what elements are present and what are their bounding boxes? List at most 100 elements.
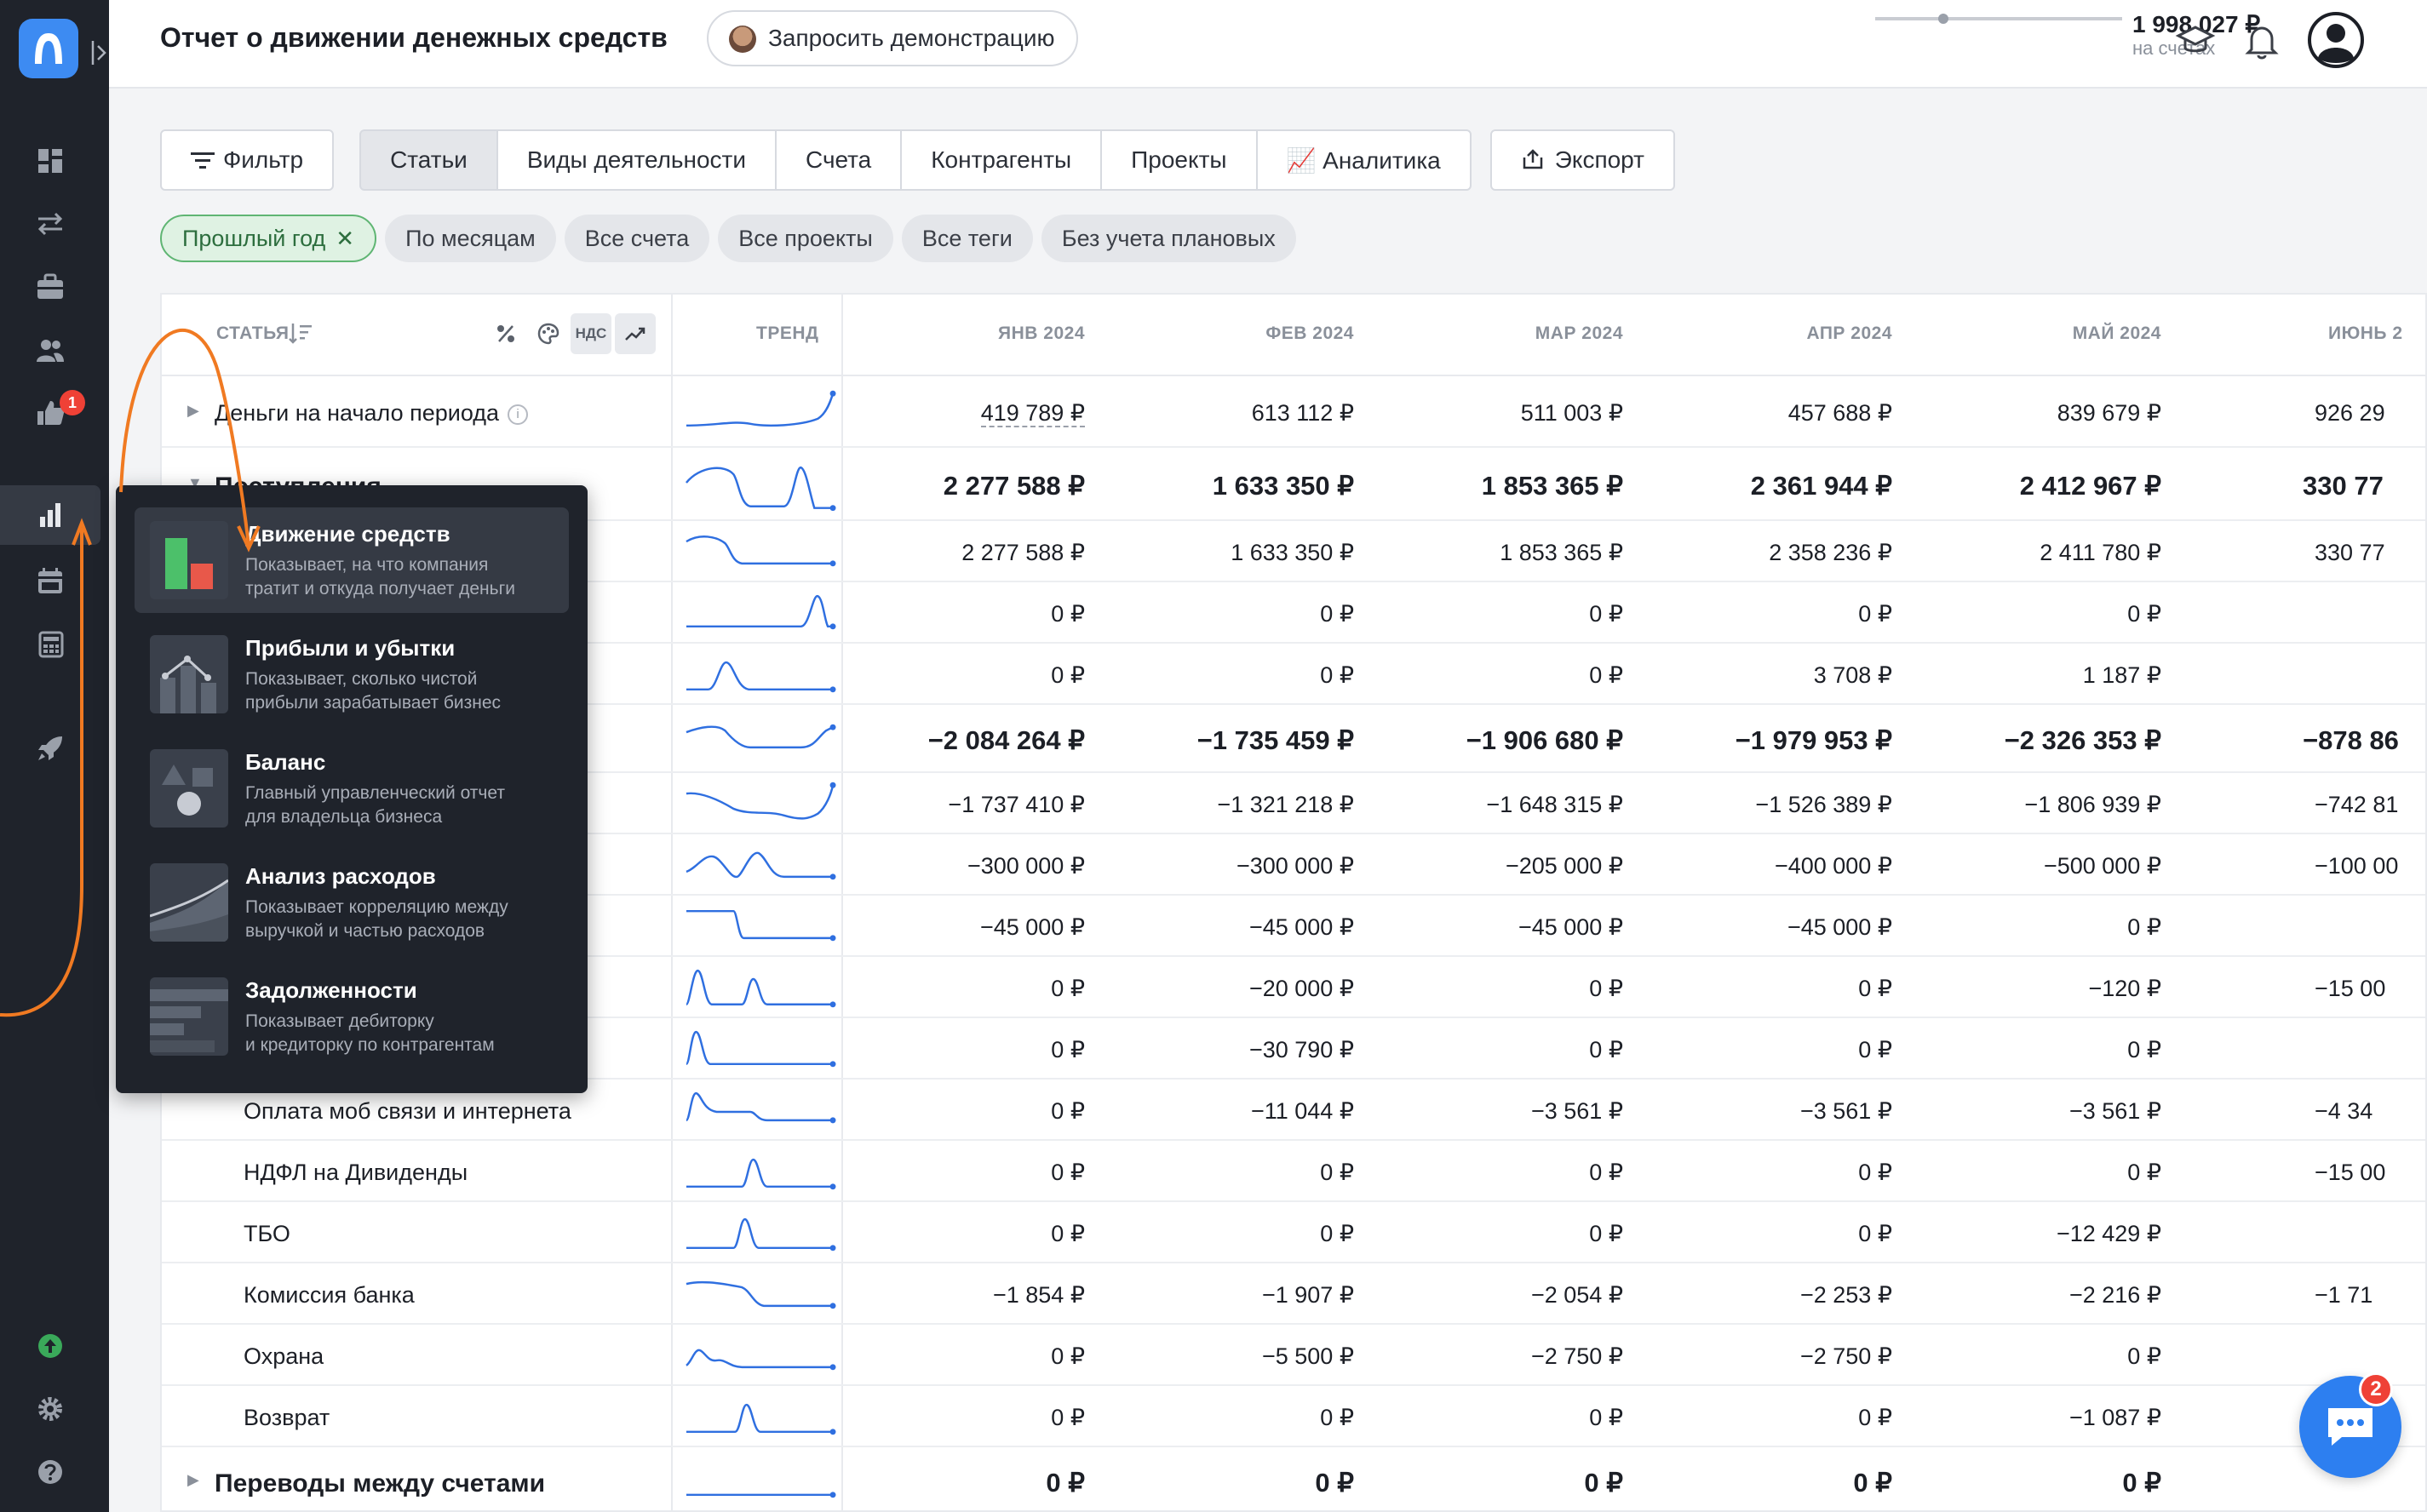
request-demo-button[interactable]: Запросить демонстрацию [707, 10, 1079, 66]
table-cell-value[interactable]: 0 ₽ [1099, 1160, 1354, 1186]
table-cell-value[interactable]: 839 679 ₽ [1906, 400, 2161, 427]
table-cell-value[interactable]: 0 ₽ [1906, 1160, 2161, 1186]
table-cell-value[interactable]: 0 ₽ [1906, 914, 2161, 941]
export-button[interactable]: Экспорт [1489, 129, 1675, 191]
percent-toggle-icon[interactable] [485, 313, 526, 354]
table-cell-value[interactable]: −300 000 ₽ [1099, 853, 1354, 879]
table-row[interactable]: ▶ Деньги на начало периода i 419 789 ₽ 613 1… [162, 376, 2425, 448]
table-cell-value[interactable]: −2 253 ₽ [1637, 1282, 1892, 1309]
table-cell-value[interactable]: 457 688 ₽ [1637, 400, 1892, 427]
menu-item-cashflow[interactable]: Движение средств Показывает, на что комп… [135, 507, 569, 613]
table-cell-value[interactable]: 0 ₽ [1637, 976, 1892, 1002]
table-cell-value[interactable]: −2 326 353 ₽ [1906, 725, 2161, 756]
table-cell-value[interactable]: −3 561 ₽ [1637, 1098, 1892, 1125]
table-cell-value[interactable]: 0 ₽ [1637, 601, 1892, 627]
vat-toggle-button[interactable]: НДС [571, 313, 611, 354]
table-cell-value[interactable]: −20 000 ₽ [1099, 976, 1354, 1002]
table-cell-value[interactable]: 0 ₽ [829, 1037, 1085, 1063]
table-cell-value[interactable]: 0 ₽ [1906, 601, 2161, 627]
table-cell-value[interactable]: 2 358 236 ₽ [1637, 540, 1892, 566]
table-cell-value[interactable]: −205 000 ₽ [1368, 853, 1623, 879]
table-cell-value[interactable]: 0 ₽ [1637, 1037, 1892, 1063]
trend-toggle-icon[interactable] [615, 313, 656, 354]
table-cell-value[interactable]: 0 ₽ [1368, 662, 1623, 689]
table-cell-value[interactable]: −1 648 315 ₽ [1368, 792, 1623, 818]
tab-activity-types[interactable]: Виды деятельности [496, 129, 777, 191]
table-cell-value[interactable]: 0 ₽ [1099, 1468, 1354, 1498]
table-row[interactable]: ТБО 0 ₽ 0 ₽ 0 ₽ 0 ₽ −12 429 ₽ [162, 1202, 2425, 1263]
table-cell-value[interactable]: 419 789 ₽ [829, 400, 1085, 427]
table-cell-value[interactable]: −5 500 ₽ [1099, 1343, 1354, 1370]
table-cell-value[interactable]: −100 00 [2303, 853, 2398, 879]
tab-analytics[interactable]: 📈 Аналитика [1255, 129, 1472, 191]
table-cell-value[interactable]: −1 854 ₽ [829, 1282, 1085, 1309]
table-cell-value[interactable]: 0 ₽ [1099, 1221, 1354, 1247]
table-cell-value[interactable]: −45 000 ₽ [1368, 914, 1623, 941]
table-cell-value[interactable]: −1 806 939 ₽ [1906, 792, 2161, 818]
table-cell-value[interactable]: 0 ₽ [829, 601, 1085, 627]
caret-right-icon[interactable]: ▶ [187, 402, 199, 420]
tab-projects[interactable]: Проекты [1100, 129, 1258, 191]
table-cell-value[interactable]: 0 ₽ [1368, 976, 1623, 1002]
table-cell-value[interactable]: −4 34 [2303, 1098, 2372, 1125]
table-cell-value[interactable]: −15 00 [2303, 1160, 2385, 1186]
table-cell-value[interactable]: −12 429 ₽ [1906, 1221, 2161, 1247]
sidebar-item-calendar[interactable] [0, 552, 100, 611]
table-cell-value[interactable]: −742 81 [2303, 792, 2398, 818]
menu-item-debts[interactable]: Задолженности Показывает дебиторку и кре… [135, 964, 569, 1069]
chip-by-months[interactable]: По месяцам [385, 215, 556, 262]
table-cell-value[interactable]: −2 216 ₽ [1906, 1282, 2161, 1309]
sidebar-item-settings[interactable] [0, 1379, 100, 1439]
sidebar-item-dashboard[interactable] [0, 131, 100, 191]
table-cell-value[interactable]: 3 708 ₽ [1637, 662, 1892, 689]
chip-no-planned[interactable]: Без учета плановых [1041, 215, 1296, 262]
sidebar-item-deals[interactable] [0, 383, 100, 443]
table-cell-value[interactable]: −300 000 ₽ [829, 853, 1085, 879]
table-cell-value[interactable]: 0 ₽ [829, 1468, 1085, 1498]
table-cell-value[interactable]: 0 ₽ [1637, 1405, 1892, 1431]
table-cell-value[interactable]: −400 000 ₽ [1637, 853, 1892, 879]
table-cell-value[interactable]: −2 084 264 ₽ [829, 725, 1085, 756]
table-cell-value[interactable]: −45 000 ₽ [829, 914, 1085, 941]
table-cell-value[interactable]: 1 853 365 ₽ [1368, 540, 1623, 566]
table-row[interactable]: ▶ Переводы между счетами 0 ₽ 0 ₽ 0 ₽ 0 ₽ 0 ₽ [162, 1447, 2425, 1510]
table-row[interactable]: НДФЛ на Дивиденды 0 ₽ 0 ₽ 0 ₽ 0 ₽ 0 ₽ −15 00 [162, 1141, 2425, 1202]
sidebar-item-reports[interactable] [0, 485, 100, 545]
header-article[interactable]: СТАТЬЯ [216, 324, 289, 344]
table-cell-value[interactable]: 330 77 [2303, 540, 2385, 566]
table-cell-value[interactable]: 0 ₽ [829, 1160, 1085, 1186]
table-cell-value[interactable]: −120 ₽ [1906, 976, 2162, 1002]
table-cell-value[interactable]: 0 ₽ [1368, 1221, 1623, 1247]
table-cell-value[interactable]: 2 277 588 ₽ [829, 471, 1085, 501]
table-cell-value[interactable]: −878 86 [2303, 725, 2399, 756]
table-cell-value[interactable]: 2 277 588 ₽ [829, 540, 1085, 566]
table-cell-value[interactable]: 0 ₽ [1099, 1405, 1354, 1431]
table-cell-value[interactable]: 926 29 [2303, 400, 2385, 427]
table-cell-value[interactable]: 0 ₽ [1906, 1037, 2161, 1063]
notifications-button[interactable] [2240, 19, 2284, 63]
table-row[interactable]: Охрана 0 ₽ −5 500 ₽ −2 750 ₽ −2 750 ₽ 0 ₽ [162, 1325, 2425, 1386]
table-cell-value[interactable]: −1 979 953 ₽ [1637, 725, 1892, 756]
table-row[interactable]: Возврат 0 ₽ 0 ₽ 0 ₽ 0 ₽ −1 087 ₽ [162, 1386, 2425, 1447]
table-cell-value[interactable]: 511 003 ₽ [1368, 400, 1623, 427]
table-cell-value[interactable]: −1 906 680 ₽ [1368, 725, 1623, 756]
table-cell-value[interactable]: −1 737 410 ₽ [829, 792, 1085, 818]
chip-all-accounts[interactable]: Все счета [564, 215, 710, 262]
table-cell-value[interactable]: −3 561 ₽ [1368, 1098, 1623, 1125]
table-cell-value[interactable]: 0 ₽ [829, 662, 1085, 689]
table-cell-value[interactable]: −3 561 ₽ [1906, 1098, 2161, 1125]
table-cell-value[interactable]: 2 412 967 ₽ [1906, 471, 2161, 501]
sort-icon[interactable] [288, 322, 313, 346]
table-cell-value[interactable]: −1 735 459 ₽ [1099, 725, 1354, 756]
tab-contractors[interactable]: Контрагенты [900, 129, 1103, 191]
table-cell-value[interactable]: −1 321 218 ₽ [1099, 792, 1354, 818]
table-cell-value[interactable]: 0 ₽ [829, 1405, 1085, 1431]
table-cell-value[interactable]: 2 361 944 ₽ [1637, 471, 1892, 501]
table-cell-value[interactable]: 1 187 ₽ [1906, 662, 2161, 689]
table-cell-value[interactable]: 0 ₽ [1099, 662, 1354, 689]
table-cell-value[interactable]: −15 00 [2303, 976, 2385, 1002]
chip-period[interactable]: Прошлый год ✕ [160, 215, 377, 262]
table-cell-value[interactable]: −2 750 ₽ [1368, 1343, 1623, 1370]
table-cell-value[interactable]: 0 ₽ [1368, 1160, 1623, 1186]
sidebar-item-business[interactable] [0, 257, 100, 317]
